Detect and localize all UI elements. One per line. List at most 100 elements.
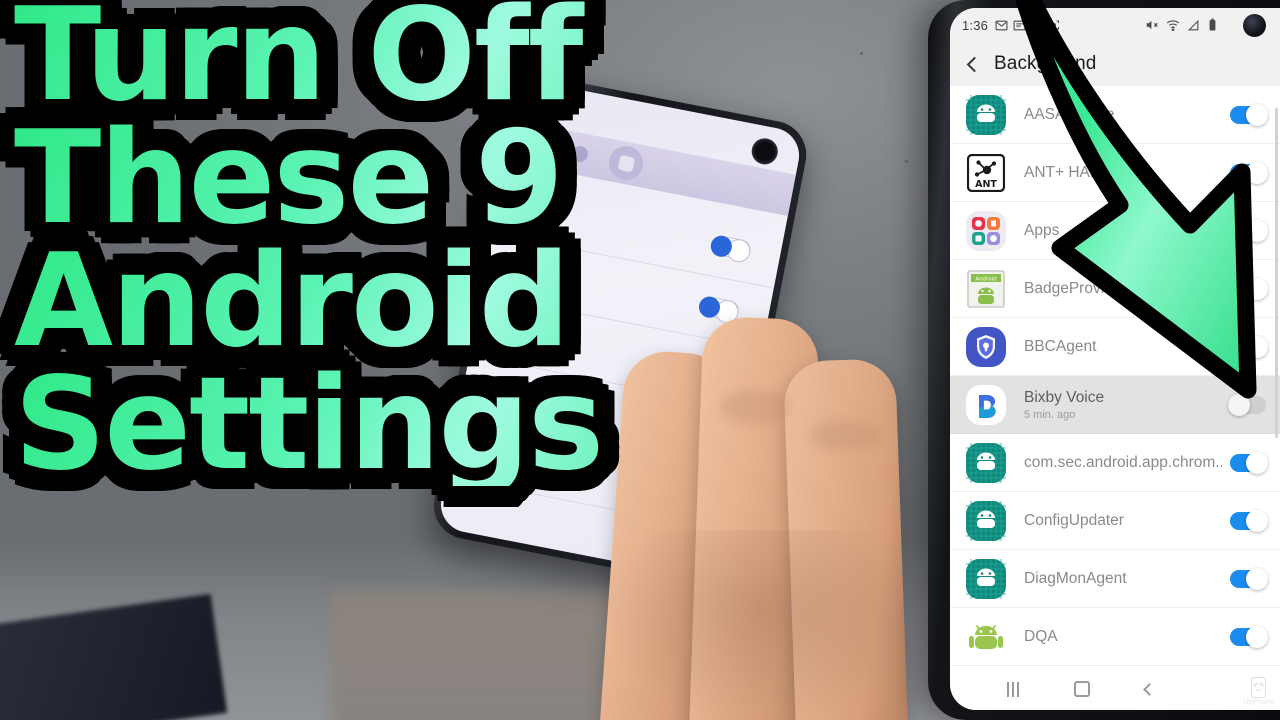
app-name-label: com.sec.android.app.chrom.. [1024, 453, 1222, 471]
app-row-com-sec-android-app-chrom[interactable]: com.sec.android.app.chrom.. [950, 434, 1280, 492]
app-name-label: ConfigUpdater [1024, 511, 1124, 529]
app-row-configupdater[interactable]: ConfigUpdater [950, 492, 1280, 550]
photo-battery-icon [570, 101, 578, 109]
thumbnail-canvas: 1:36 Background AASAservice ANT ANT+ HAL… [0, 0, 1280, 720]
toggle-knob [1246, 277, 1268, 300]
scrollbar[interactable] [1275, 108, 1278, 438]
knuckle [810, 420, 880, 450]
android-teal-icon [966, 558, 1006, 599]
toggle-knob [1246, 509, 1268, 532]
app-toggle-switch[interactable] [1230, 277, 1268, 300]
app-name-label: BBCAgent [1024, 337, 1097, 355]
mail-icon [1013, 20, 1026, 30]
badge-android-icon: Android [967, 269, 1005, 308]
toggle-knob [1228, 393, 1250, 416]
apps-folder-icon [966, 210, 1006, 251]
toggle-knob [1246, 161, 1268, 184]
signal-icon [1187, 19, 1199, 30]
app-toggle-switch[interactable] [1230, 219, 1268, 242]
palm-shadow [600, 530, 930, 720]
status-time: 1:36 [962, 17, 989, 33]
status-right-icons [1145, 8, 1218, 42]
wall-speck [860, 52, 863, 55]
back-icon[interactable] [1143, 682, 1156, 696]
app-name-label: DiagMonAgent [1024, 569, 1127, 587]
app-row-text: ANT+ HAL service [1024, 164, 1222, 182]
app-row-text: Apps [1024, 222, 1222, 240]
app-row-text: com.sec.android.app.chrom.. [1024, 454, 1222, 472]
android-green-icon [966, 617, 1006, 657]
toggle-knob [1246, 219, 1268, 242]
phone-screen: 1:36 Background AASAservice ANT ANT+ HAL… [950, 8, 1280, 710]
shield-lock-icon [966, 326, 1006, 367]
app-row-text: DQA [1024, 628, 1222, 646]
app-name-label: Bixby Voice [1024, 388, 1105, 406]
toggle-knob [1246, 335, 1268, 358]
photo-status-dot-icon [549, 97, 557, 105]
app-row-text: ConfigUpdater [1024, 512, 1222, 530]
recents-icon[interactable] [1007, 681, 1020, 697]
photo-status-dot-icon [539, 95, 547, 103]
toggle-knob [1246, 567, 1268, 590]
ant-plus-icon: ANT [967, 153, 1005, 192]
ant-plus-icon: ANT [966, 153, 1006, 193]
shield-lock-icon [966, 326, 1006, 367]
app-row-ant-hal-service[interactable]: ANT ANT+ HAL service [950, 144, 1280, 202]
photo-capture-icon [606, 143, 646, 184]
app-row-text: AASAservice [1024, 106, 1222, 124]
app-row-apps[interactable]: Apps [950, 202, 1280, 260]
background-app-list[interactable]: AASAservice ANT ANT+ HAL service Apps Androi… [950, 86, 1280, 668]
mute-icon [1146, 20, 1158, 30]
app-row-diagmonagent[interactable]: DiagMonAgent [950, 550, 1280, 608]
badge-android-icon: Android [966, 269, 1006, 309]
back-chevron-icon[interactable] [966, 56, 983, 72]
app-toggle-switch[interactable] [1228, 393, 1266, 416]
page-title: Background [994, 53, 1097, 74]
android-teal-icon [966, 94, 1006, 135]
app-row-badgeprovider[interactable]: Android BadgeProvider [950, 260, 1280, 318]
app-name-label: ANT+ HAL service [1024, 163, 1152, 181]
apps-folder-icon [966, 210, 1006, 251]
bixby-icon [966, 384, 1006, 425]
battery-icon [1209, 18, 1216, 31]
photo-hand [598, 300, 930, 720]
app-toggle-switch[interactable] [1230, 451, 1268, 474]
app-toggle-switch[interactable] [1230, 161, 1268, 184]
photo-edit-icon [533, 137, 552, 157]
bixby-icon [966, 384, 1006, 425]
status-left-icons [995, 19, 1060, 32]
status-bar: 1:36 [950, 8, 1280, 42]
android-green-icon [969, 624, 1003, 649]
app-toggle-switch[interactable] [1230, 567, 1268, 590]
front-camera-hole-icon [1243, 14, 1266, 37]
app-row-bbcagent[interactable]: BBCAgent [950, 318, 1280, 376]
android-teal-icon [966, 558, 1006, 599]
app-name-label: Apps [1024, 221, 1060, 239]
app-row-text: DiagMonAgent [1024, 570, 1222, 588]
photo-signal-icon [529, 93, 536, 101]
home-icon[interactable] [1074, 681, 1091, 697]
photo-person-icon [570, 144, 590, 164]
message-icon [995, 20, 1008, 30]
app-last-used-label: 5 min. ago [1024, 408, 1076, 421]
screenshot-icon [1032, 20, 1043, 30]
app-row-text: Bixby Voice 5 min. ago [1024, 389, 1222, 421]
svg-text:Android: Android [975, 276, 996, 282]
wall-speck [905, 160, 908, 163]
app-row-aasaservice[interactable]: AASAservice [950, 86, 1280, 144]
app-row-dqa[interactable]: DQA [950, 608, 1280, 666]
app-name-label: AASAservice [1024, 105, 1115, 123]
wifi-icon [1166, 20, 1180, 32]
toggle-knob [1246, 625, 1268, 648]
scan-icon [1049, 20, 1060, 30]
app-row-bixby-voice[interactable]: Bixby Voice 5 min. ago [950, 376, 1280, 434]
navigation-bar [950, 668, 1280, 710]
app-toggle-switch[interactable] [1230, 625, 1268, 648]
app-bar: Background [950, 42, 1280, 86]
app-toggle-switch[interactable] [1230, 103, 1268, 126]
android-teal-icon [966, 94, 1006, 135]
app-toggle-switch[interactable] [1230, 509, 1268, 532]
app-row-text: BadgeProvider [1024, 280, 1222, 298]
app-name-label: DQA [1024, 627, 1058, 645]
app-toggle-switch[interactable] [1230, 335, 1268, 358]
